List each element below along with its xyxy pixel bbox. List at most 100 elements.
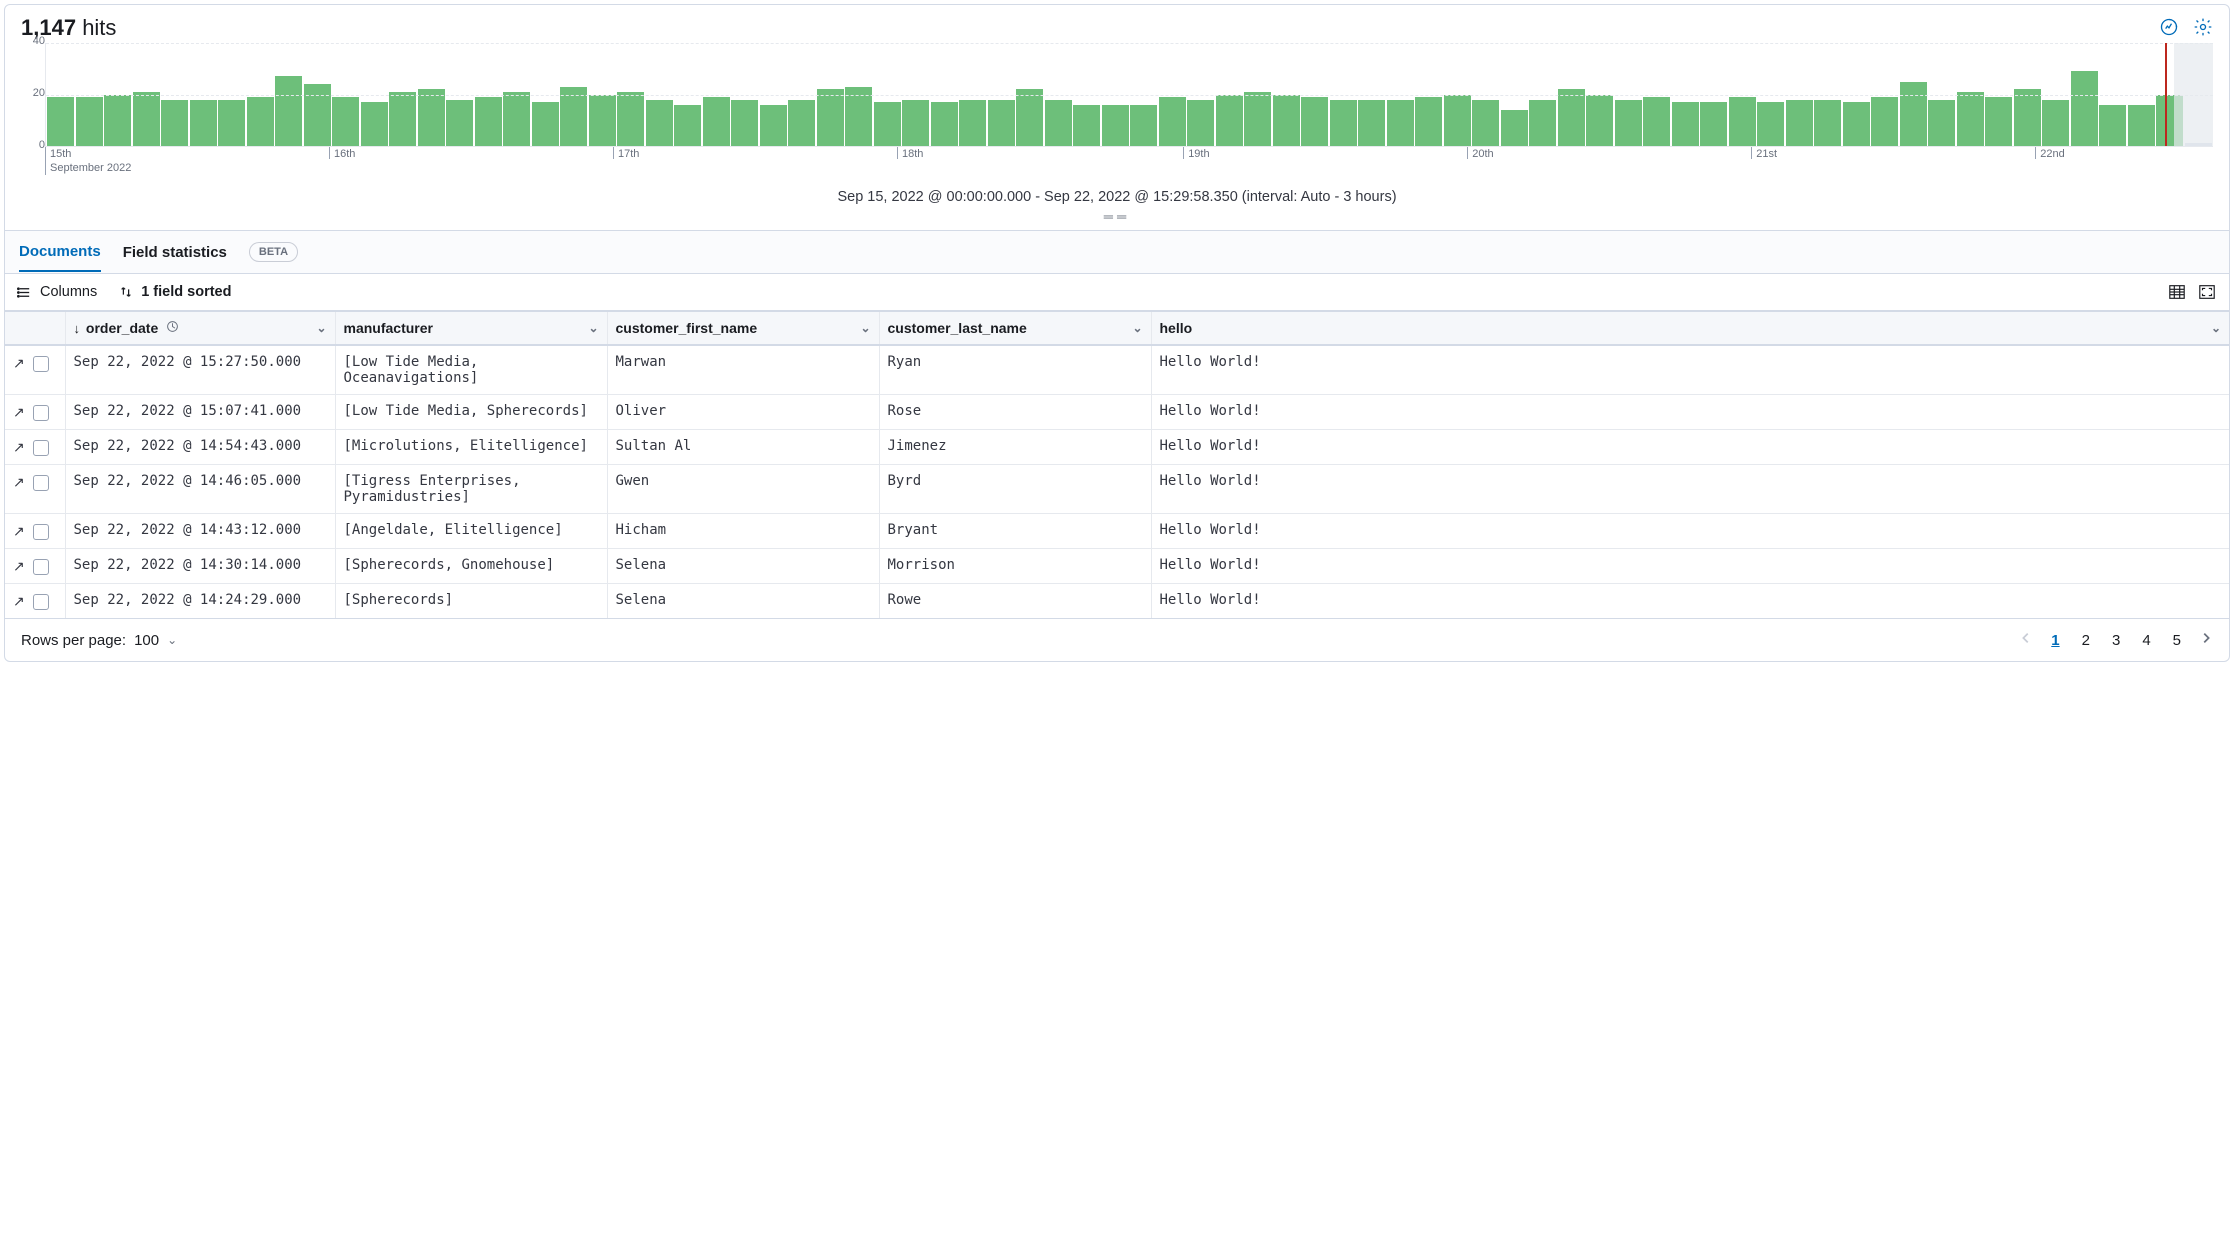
histogram-bar[interactable] <box>589 95 616 147</box>
histogram-bar[interactable] <box>1130 105 1157 146</box>
chevron-down-icon[interactable]: ⌄ <box>2211 321 2221 335</box>
chevron-down-icon[interactable]: ⌄ <box>588 321 598 335</box>
cell-customer_first_name[interactable]: Marwan <box>607 345 879 395</box>
columns-button[interactable]: Columns <box>17 284 97 300</box>
histogram-bar[interactable] <box>76 97 103 146</box>
histogram-bar[interactable] <box>47 97 74 146</box>
cell-customer_first_name[interactable]: Hicham <box>607 514 879 549</box>
histogram-bar[interactable] <box>1729 97 1756 146</box>
expand-row-icon[interactable]: ↗ <box>13 559 25 573</box>
page-prev-button[interactable] <box>2019 631 2033 649</box>
cell-manufacturer[interactable]: [Spherecords] <box>335 584 607 619</box>
histogram-bar[interactable] <box>646 100 673 146</box>
row-checkbox[interactable] <box>33 405 49 421</box>
histogram-bar[interactable] <box>418 89 445 146</box>
histogram-bar[interactable] <box>1159 97 1186 146</box>
fullscreen-icon[interactable] <box>2197 282 2217 302</box>
histogram-bar[interactable] <box>503 92 530 146</box>
cell-hello[interactable]: Hello World! <box>1151 430 2229 465</box>
histogram-bar[interactable] <box>731 100 758 146</box>
row-checkbox[interactable] <box>33 524 49 540</box>
histogram-bar[interactable] <box>788 100 815 146</box>
histogram-bar[interactable] <box>931 102 958 146</box>
cell-manufacturer[interactable]: [Microlutions, Elitelligence] <box>335 430 607 465</box>
histogram-bar[interactable] <box>475 97 502 146</box>
tab-documents[interactable]: Documents <box>19 233 101 272</box>
row-checkbox[interactable] <box>33 594 49 610</box>
cell-hello[interactable]: Hello World! <box>1151 549 2229 584</box>
histogram-bar[interactable] <box>1985 97 2012 146</box>
cell-order_date[interactable]: Sep 22, 2022 @ 14:24:29.000 <box>65 584 335 619</box>
histogram-bar[interactable] <box>161 100 188 146</box>
cell-customer_first_name[interactable]: Sultan Al <box>607 430 879 465</box>
histogram-bar[interactable] <box>218 100 245 146</box>
histogram-bar[interactable] <box>1900 82 1927 146</box>
cell-customer_first_name[interactable]: Selena <box>607 584 879 619</box>
histogram-bar[interactable] <box>760 105 787 146</box>
histogram-bar[interactable] <box>1928 100 1955 146</box>
column-header-customer-first-name[interactable]: customer_first_name ⌄ <box>607 312 879 346</box>
cell-hello[interactable]: Hello World! <box>1151 584 2229 619</box>
histogram-bar[interactable] <box>1871 97 1898 146</box>
expand-row-icon[interactable]: ↗ <box>13 356 25 370</box>
cell-customer_last_name[interactable]: Bryant <box>879 514 1151 549</box>
cell-hello[interactable]: Hello World! <box>1151 345 2229 395</box>
metrics-ring-icon[interactable] <box>2159 17 2179 37</box>
cell-order_date[interactable]: Sep 22, 2022 @ 14:46:05.000 <box>65 465 335 514</box>
histogram-bar[interactable] <box>988 100 1015 146</box>
column-header-customer-last-name[interactable]: customer_last_name ⌄ <box>879 312 1151 346</box>
cell-customer_last_name[interactable]: Ryan <box>879 345 1151 395</box>
chevron-down-icon[interactable]: ⌄ <box>316 321 326 335</box>
column-header-order-date[interactable]: ↓ order_date ⌄ <box>65 312 335 346</box>
expand-row-icon[interactable]: ↗ <box>13 440 25 454</box>
histogram-bar[interactable] <box>1700 102 1727 146</box>
histogram-bar[interactable] <box>1045 100 1072 146</box>
histogram-bar[interactable] <box>304 84 331 146</box>
cell-order_date[interactable]: Sep 22, 2022 @ 14:43:12.000 <box>65 514 335 549</box>
histogram-bar[interactable] <box>1757 102 1784 146</box>
histogram-bar[interactable] <box>2014 89 2041 146</box>
tab-field-statistics[interactable]: Field statistics <box>123 234 227 271</box>
histogram-bar[interactable] <box>1102 105 1129 146</box>
cell-customer_last_name[interactable]: Rose <box>879 395 1151 430</box>
histogram-bar[interactable] <box>2099 105 2126 146</box>
histogram-bar[interactable] <box>1244 92 1271 146</box>
rows-per-page-selector[interactable]: Rows per page: 100 ⌄ <box>21 632 177 649</box>
histogram-bar[interactable] <box>703 97 730 146</box>
histogram-bar[interactable] <box>2071 71 2098 146</box>
cell-manufacturer[interactable]: [Tigress Enterprises, Pyramidustries] <box>335 465 607 514</box>
histogram-bar[interactable] <box>1501 110 1528 146</box>
histogram-bar[interactable] <box>446 100 473 146</box>
sorting-button[interactable]: 1 field sorted <box>119 284 231 300</box>
histogram-chart[interactable]: 02040 15thSeptember 202216th17th18th19th… <box>5 41 2229 183</box>
cell-manufacturer[interactable]: [Spherecords, Gnomehouse] <box>335 549 607 584</box>
cell-order_date[interactable]: Sep 22, 2022 @ 15:27:50.000 <box>65 345 335 395</box>
cell-customer_last_name[interactable]: Jimenez <box>879 430 1151 465</box>
histogram-bar[interactable] <box>1073 105 1100 146</box>
histogram-bar[interactable] <box>1672 102 1699 146</box>
histogram-bar[interactable] <box>133 92 160 146</box>
histogram-bar[interactable] <box>874 102 901 146</box>
row-checkbox[interactable] <box>33 559 49 575</box>
page-number-4[interactable]: 4 <box>2142 632 2150 649</box>
histogram-bar[interactable] <box>1016 89 1043 146</box>
cell-customer_first_name[interactable]: Oliver <box>607 395 879 430</box>
histogram-bar[interactable] <box>674 105 701 146</box>
histogram-bar[interactable] <box>845 87 872 146</box>
row-checkbox[interactable] <box>33 440 49 456</box>
row-checkbox[interactable] <box>33 475 49 491</box>
histogram-bar[interactable] <box>104 95 131 147</box>
column-header-manufacturer[interactable]: manufacturer ⌄ <box>335 312 607 346</box>
page-next-button[interactable] <box>2199 631 2213 649</box>
histogram-bar[interactable] <box>1558 89 1585 146</box>
expand-row-icon[interactable]: ↗ <box>13 405 25 419</box>
histogram-bar[interactable] <box>2042 100 2069 146</box>
histogram-bar[interactable] <box>1358 100 1385 146</box>
histogram-bar[interactable] <box>617 92 644 146</box>
page-number-3[interactable]: 3 <box>2112 632 2120 649</box>
histogram-bar[interactable] <box>1615 100 1642 146</box>
cell-manufacturer[interactable]: [Low Tide Media, Spherecords] <box>335 395 607 430</box>
histogram-bar[interactable] <box>1586 95 1613 147</box>
cell-customer_first_name[interactable]: Gwen <box>607 465 879 514</box>
cell-hello[interactable]: Hello World! <box>1151 465 2229 514</box>
